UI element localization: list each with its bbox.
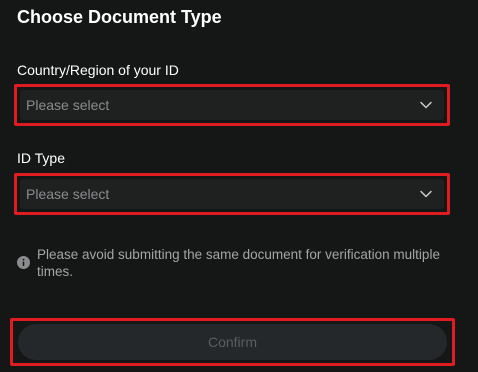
chevron-down-icon xyxy=(420,190,432,198)
country-region-placeholder: Please select xyxy=(26,97,110,113)
id-type-placeholder: Please select xyxy=(26,186,110,202)
country-region-highlight: Please select xyxy=(14,84,450,126)
notice-text: Please avoid submitting the same documen… xyxy=(37,247,440,279)
info-icon xyxy=(17,256,30,269)
id-type-label: ID Type xyxy=(17,150,65,166)
confirm-button[interactable]: Confirm xyxy=(18,324,447,360)
confirm-highlight: Confirm xyxy=(10,318,455,366)
country-region-select[interactable]: Please select xyxy=(20,90,444,120)
id-type-highlight: Please select xyxy=(14,173,450,215)
chevron-down-icon xyxy=(420,101,432,109)
country-region-label: Country/Region of your ID xyxy=(17,62,179,78)
id-type-select[interactable]: Please select xyxy=(20,179,444,209)
page-title: Choose Document Type xyxy=(17,7,222,27)
